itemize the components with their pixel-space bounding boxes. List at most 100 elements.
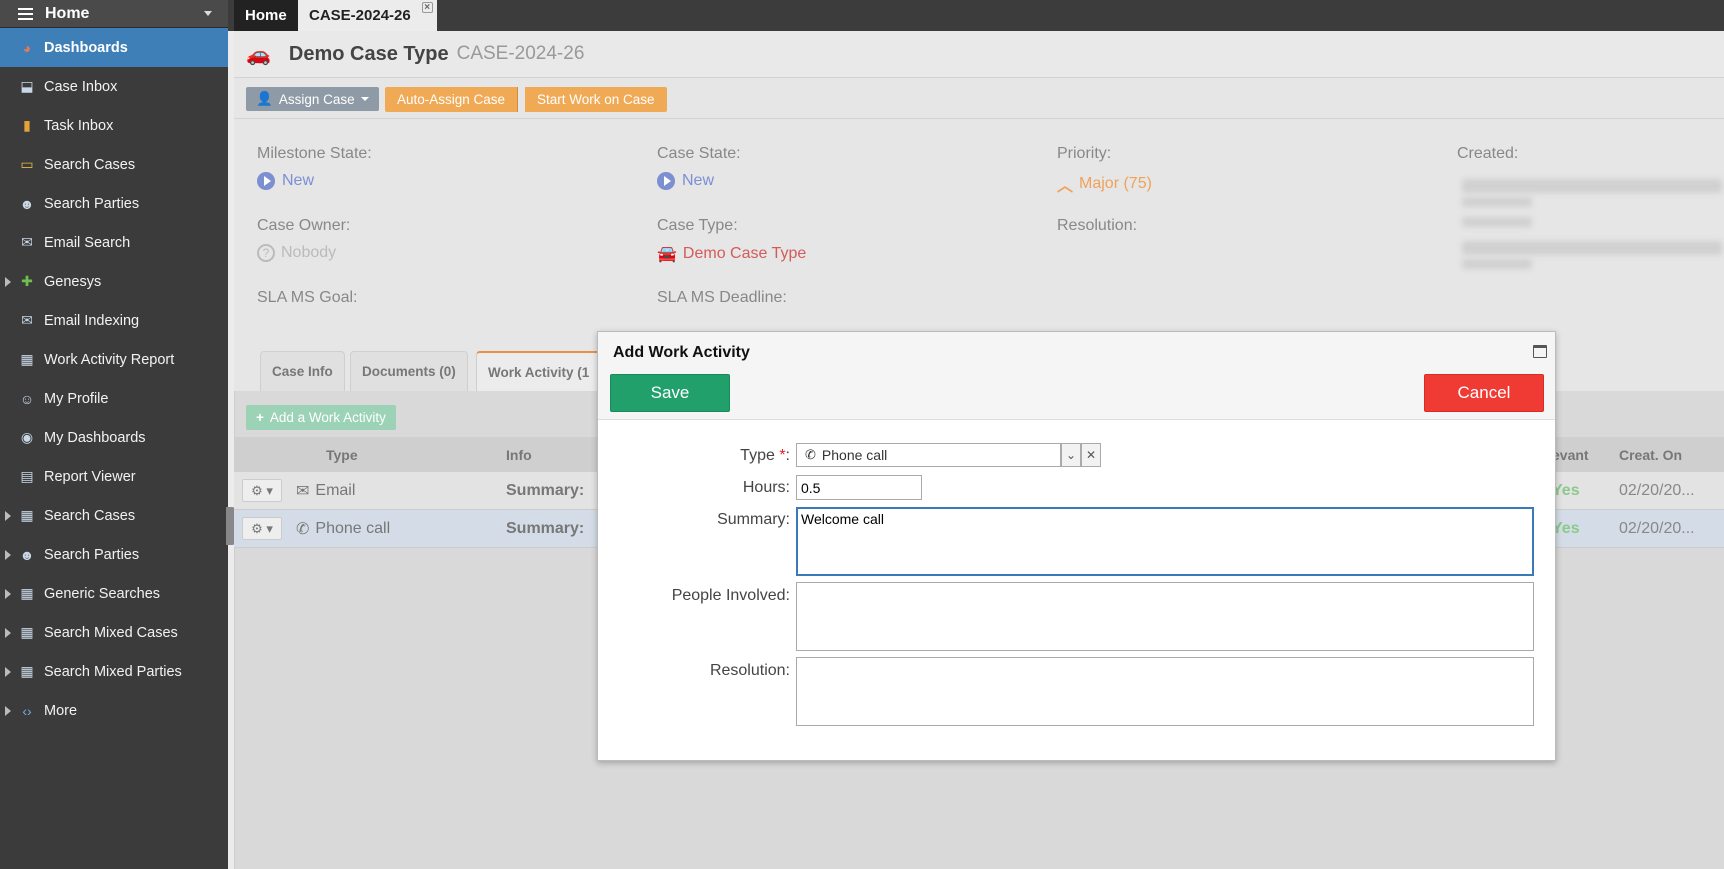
sidebar-item-label: Search Parties	[44, 195, 140, 212]
redacted-created-info	[1462, 197, 1532, 207]
add-work-activity-button[interactable]: + Add a Work Activity	[246, 405, 396, 430]
sidebar-item-task-inbox[interactable]: ▮ Task Inbox	[0, 106, 228, 145]
sidebar-item-search-parties[interactable]: ☻ Search Parties	[0, 535, 228, 574]
chevron-down-icon	[360, 97, 369, 101]
sidebar-item-search-cases[interactable]: ▭ Search Cases	[0, 145, 228, 184]
priority-text: Major (75)	[1079, 175, 1152, 192]
row-actions-gear-icon[interactable]: ⚙ ▾	[242, 517, 282, 540]
hamburger-icon	[18, 7, 33, 20]
type-label: Type *:	[740, 447, 790, 465]
summary-textarea[interactable]: Welcome call	[796, 507, 1534, 576]
row-type: ✉ Email	[296, 481, 355, 501]
expand-arrow-icon[interactable]	[5, 588, 11, 599]
sidebar-item-search-parties[interactable]: ☻ Search Parties	[0, 184, 228, 223]
book-icon: ▤	[20, 468, 34, 484]
user-icon: 👤	[256, 91, 273, 106]
add-work-activity-label: Add a Work Activity	[269, 410, 386, 425]
row-actions-gear-icon[interactable]: ⚙ ▾	[242, 479, 282, 502]
expand-arrow-icon[interactable]	[5, 666, 11, 677]
sidebar-item-label: Generic Searches	[44, 585, 161, 602]
people-involved-textarea[interactable]	[796, 582, 1534, 651]
assign-case-label: Assign Case	[278, 91, 355, 107]
type-select-value: Phone call	[821, 447, 888, 463]
row-type-text: Email	[315, 482, 356, 499]
case-type-value: 🚘 Demo Case Type	[657, 244, 806, 264]
table-icon: ▦	[20, 507, 34, 523]
sidebar-item-dashboards[interactable]: ◕ Dashboards	[0, 28, 228, 67]
column-header-created[interactable]: Creat. On	[1619, 447, 1682, 463]
folder-search-icon: ▭	[20, 156, 34, 172]
priority-label: Priority:	[1057, 145, 1112, 162]
envelope-icon: ✉	[21, 234, 33, 250]
save-button[interactable]: Save	[610, 374, 730, 412]
car-icon: 🚘	[657, 246, 677, 263]
sidebar-item-genesys[interactable]: ✚ Genesys	[0, 262, 228, 301]
assign-case-button[interactable]: 👤 Assign Case	[246, 87, 379, 111]
tab-work-activity[interactable]: Work Activity (1	[476, 351, 602, 391]
sidebar-header[interactable]: Home	[0, 0, 228, 28]
code-icon: ‹›	[22, 702, 32, 719]
expand-arrow-icon[interactable]	[5, 549, 11, 560]
column-header-type[interactable]: Type	[326, 447, 358, 463]
resolution-textarea[interactable]	[796, 657, 1534, 726]
tab-home[interactable]: Home	[234, 0, 298, 31]
sidebar-item-generic-searches[interactable]: ▦ Generic Searches	[0, 574, 228, 613]
sidebar-item-search-cases[interactable]: ▦ Search Cases	[0, 496, 228, 535]
hours-input[interactable]	[796, 475, 922, 500]
expand-arrow-icon[interactable]	[5, 510, 11, 521]
sidebar-item-label: My Profile	[44, 390, 109, 407]
case-state-value: New	[657, 172, 714, 190]
car-icon: 🚗	[246, 43, 271, 66]
case-type-label: Case Type:	[657, 217, 738, 234]
sidebar-item-my-profile[interactable]: ☺ My Profile	[0, 379, 228, 418]
sidebar: Home ◕ Dashboards ⬓ Case Inbox ▮ Task Inbox ▭ S…	[0, 0, 228, 869]
chevron-down-icon	[204, 11, 212, 16]
sidebar-item-email-search[interactable]: ✉ Email Search	[0, 223, 228, 262]
row-created: 02/20/20...	[1619, 482, 1695, 499]
row-relevant: Yes	[1552, 520, 1580, 537]
sidebar-item-more[interactable]: ‹› More	[0, 691, 228, 730]
sidebar-item-email-indexing[interactable]: ✉ Email Indexing	[0, 301, 228, 340]
row-summary: Summary:	[506, 520, 585, 537]
column-header-info[interactable]: Info	[506, 447, 532, 463]
type-clear-button[interactable]: ✕	[1081, 443, 1101, 467]
play-icon	[257, 172, 275, 190]
chart-pie-icon: ◕	[22, 39, 32, 56]
tab-case[interactable]: CASE-2024-26 ×	[298, 0, 437, 31]
row-type-text: Phone call	[315, 520, 391, 537]
tab-documents[interactable]: Documents (0)	[350, 351, 468, 391]
sidebar-item-search-mixed-cases[interactable]: ▦ Search Mixed Cases	[0, 613, 228, 652]
sidebar-item-search-mixed-parties[interactable]: ▦ Search Mixed Parties	[0, 652, 228, 691]
case-type-title: Demo Case Type	[288, 42, 449, 65]
type-select[interactable]: ✆ Phone call	[796, 443, 1061, 467]
close-tab-icon[interactable]: ×	[421, 2, 433, 13]
column-header-relevant[interactable]: evant	[1552, 447, 1589, 463]
sla-deadline-label: SLA MS Deadline:	[657, 289, 787, 306]
search-table-icon: ▦	[20, 585, 34, 601]
dialog-toolbar: Save Cancel	[598, 372, 1555, 420]
expand-arrow-icon[interactable]	[5, 276, 11, 287]
sidebar-item-my-dashboards[interactable]: ◉ My Dashboards	[0, 418, 228, 457]
tab-case-info[interactable]: Case Info	[260, 351, 345, 391]
expand-arrow-icon[interactable]	[5, 627, 11, 638]
case-state-label: Case State:	[657, 145, 741, 162]
maximize-icon[interactable]	[1533, 345, 1547, 358]
sidebar-item-label: My Dashboards	[44, 429, 146, 446]
sidebar-item-work-activity-report[interactable]: ▦ Work Activity Report	[0, 340, 228, 379]
sidebar-item-label: Genesys	[44, 273, 102, 290]
phone-icon: ✆	[296, 521, 310, 538]
milestone-state-value: New	[257, 172, 314, 190]
play-icon	[657, 172, 675, 190]
sidebar-item-report-viewer[interactable]: ▤ Report Viewer	[0, 457, 228, 496]
sidebar-item-case-inbox[interactable]: ⬓ Case Inbox	[0, 67, 228, 106]
auto-assign-button[interactable]: Auto-Assign Case	[385, 87, 519, 112]
type-label-text: Type	[740, 447, 775, 464]
type-dropdown-toggle[interactable]: ⌄	[1061, 443, 1081, 467]
start-work-button[interactable]: Start Work on Case	[525, 87, 667, 112]
dashboard-icon: ◉	[20, 429, 34, 445]
summary-label: Summary:	[717, 511, 790, 528]
cancel-button[interactable]: Cancel	[1424, 374, 1544, 412]
created-label: Created:	[1457, 145, 1519, 162]
expand-arrow-icon[interactable]	[5, 705, 11, 716]
case-owner-label: Case Owner:	[257, 217, 351, 234]
